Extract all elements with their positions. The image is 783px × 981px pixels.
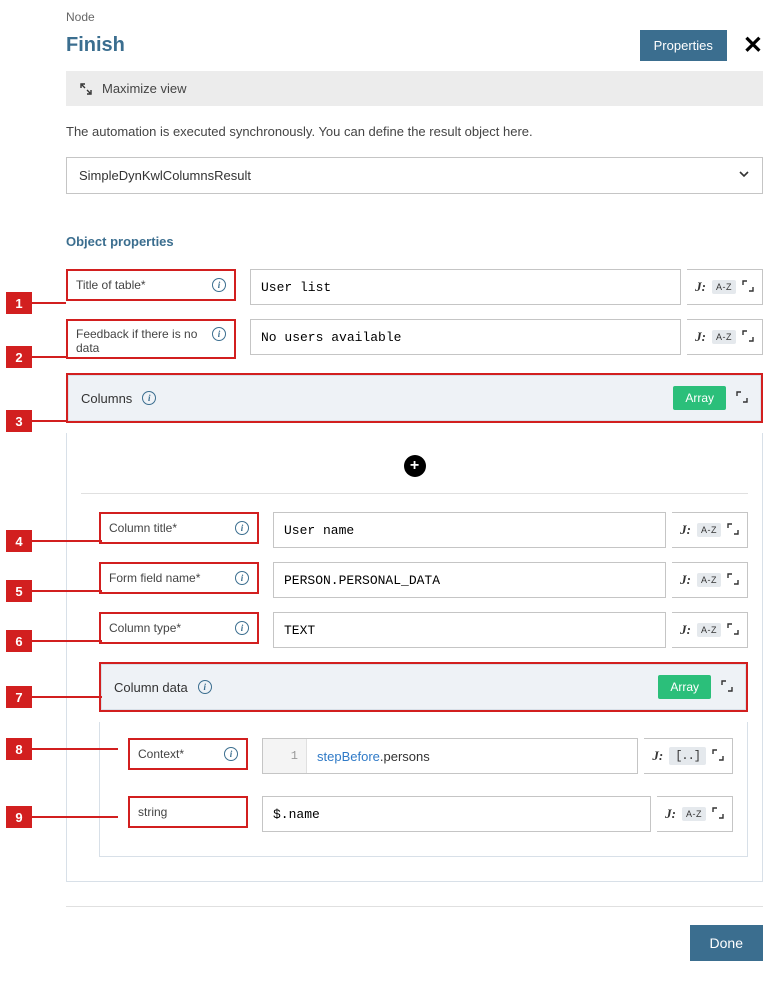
callout-9: 9 [6, 806, 118, 828]
divider [81, 493, 748, 494]
result-type-value: SimpleDynKwlColumnsResult [79, 168, 251, 183]
az-tool[interactable]: A-Z [697, 523, 721, 537]
label-column-type: Column type* i [99, 612, 259, 644]
code-line-number: 1 [263, 739, 307, 773]
title-of-table-input[interactable] [250, 269, 681, 305]
columns-array-header-frame: Columns i Array [66, 373, 763, 423]
label-column-title: Column title* i [99, 512, 259, 544]
add-item-icon[interactable]: + [404, 455, 426, 477]
callout-1: 1 [6, 292, 66, 314]
expand-icon[interactable] [736, 391, 748, 406]
callout-5: 5 [6, 580, 102, 602]
expand-icon[interactable] [712, 807, 724, 822]
az-tool[interactable]: A-Z [712, 330, 736, 344]
chevron-down-icon [738, 168, 750, 183]
j-tool[interactable]: J: [680, 572, 691, 588]
j-tool[interactable]: J: [652, 748, 663, 764]
expand-icon[interactable] [742, 280, 754, 295]
properties-button[interactable]: Properties [640, 30, 727, 61]
j-tool[interactable]: J: [695, 329, 706, 345]
info-icon[interactable]: i [212, 278, 226, 292]
callout-2: 2 [6, 346, 66, 368]
info-icon[interactable]: i [198, 680, 212, 694]
label-text: Column type* [109, 621, 181, 635]
feedback-no-data-input[interactable] [250, 319, 681, 355]
label-text: Title of table* [76, 278, 146, 292]
column-type-input[interactable] [273, 612, 666, 648]
context-code-text: stepBefore.persons [307, 739, 637, 773]
label-form-field-name: Form field name* i [99, 562, 259, 594]
expand-icon[interactable] [721, 680, 733, 695]
array-badge: Array [658, 675, 711, 699]
j-tool[interactable]: J: [680, 622, 691, 638]
done-button[interactable]: Done [690, 925, 763, 961]
callout-4: 4 [6, 530, 102, 552]
columns-label: Columns [81, 391, 132, 406]
j-tool[interactable]: J: [680, 522, 691, 538]
j-tool[interactable]: J: [665, 806, 676, 822]
context-code-input[interactable]: 1 stepBefore.persons [262, 738, 638, 774]
brackets-tool[interactable]: [..] [669, 747, 706, 765]
description-text: The automation is executed synchronously… [66, 124, 763, 139]
az-tool[interactable]: A-Z [697, 623, 721, 637]
label-text: Context* [138, 747, 184, 761]
array-badge: Array [673, 386, 726, 410]
column-data-label: Column data [114, 680, 188, 695]
expand-icon[interactable] [727, 573, 739, 588]
breadcrumb: Node [66, 10, 763, 24]
expand-icon[interactable] [727, 623, 739, 638]
form-field-name-input[interactable] [273, 562, 666, 598]
callout-8: 8 [6, 738, 118, 760]
label-text: Column title* [109, 521, 177, 535]
az-tool[interactable]: A-Z [682, 807, 706, 821]
column-title-input[interactable] [273, 512, 666, 548]
info-icon[interactable]: i [142, 391, 156, 405]
section-heading: Object properties [66, 234, 763, 249]
az-tool[interactable]: A-Z [712, 280, 736, 294]
info-icon[interactable]: i [212, 327, 226, 341]
info-icon[interactable]: i [224, 747, 238, 761]
j-tool[interactable]: J: [695, 279, 706, 295]
callout-7: 7 [6, 686, 102, 708]
label-feedback-no-data: Feedback if there is no data i [66, 319, 236, 359]
columns-array-bar[interactable]: Columns i Array [68, 375, 761, 421]
az-tool[interactable]: A-Z [697, 573, 721, 587]
expand-icon[interactable] [712, 749, 724, 764]
info-icon[interactable]: i [235, 621, 249, 635]
info-icon[interactable]: i [235, 571, 249, 585]
result-type-select[interactable]: SimpleDynKwlColumnsResult [66, 157, 763, 194]
callout-3: 3 [6, 410, 66, 432]
expand-icon [80, 83, 92, 95]
expand-icon[interactable] [742, 330, 754, 345]
maximize-bar[interactable]: Maximize view [66, 71, 763, 106]
expand-icon[interactable] [727, 523, 739, 538]
column-data-body: Context* i 1 stepBefore.persons J: [99, 722, 748, 857]
callout-6: 6 [6, 630, 102, 652]
string-input[interactable] [262, 796, 651, 832]
info-icon[interactable]: i [235, 521, 249, 535]
page-title: Finish [66, 34, 125, 57]
label-text: Form field name* [109, 571, 200, 585]
label-text: Feedback if there is no data [76, 327, 212, 355]
column-data-array-bar[interactable]: Column data i Array [101, 664, 746, 710]
label-string: string [128, 796, 248, 828]
label-context: Context* i [128, 738, 248, 770]
maximize-label: Maximize view [102, 81, 187, 96]
close-icon[interactable]: ✕ [743, 31, 763, 60]
columns-body: + Column title* i J: A-Z [66, 433, 763, 882]
label-title-of-table: Title of table* i [66, 269, 236, 301]
label-text: string [138, 805, 167, 819]
column-data-array-header-frame: Column data i Array [99, 662, 748, 712]
